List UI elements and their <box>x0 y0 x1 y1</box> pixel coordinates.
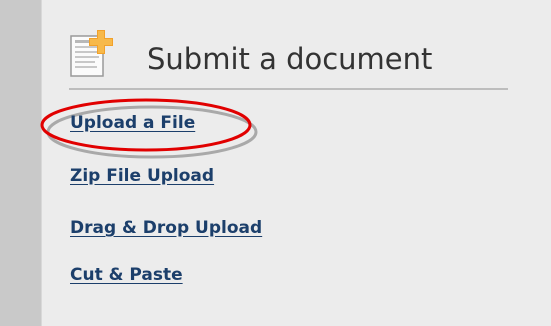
drag-and-drop-upload-link[interactable]: Drag & Drop Upload <box>70 218 262 238</box>
upload-a-file-link[interactable]: Upload a File <box>70 113 195 133</box>
document-add-icon <box>70 30 113 77</box>
cut-and-paste-link[interactable]: Cut & Paste <box>70 265 183 285</box>
panel-title: Submit a document <box>147 42 433 76</box>
zip-file-upload-link[interactable]: Zip File Upload <box>70 166 214 186</box>
panel-header: Submit a document <box>69 20 508 90</box>
